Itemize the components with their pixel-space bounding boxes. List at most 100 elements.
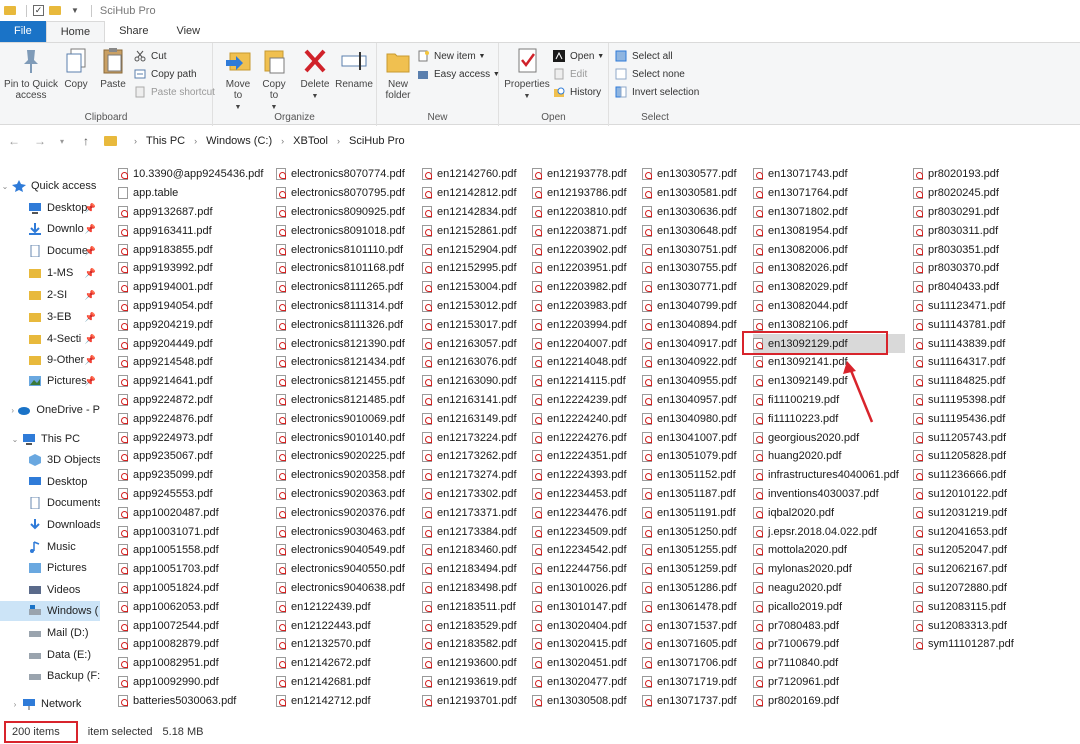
file-item[interactable]: en13030636.pdf xyxy=(642,203,737,222)
chevron-right-icon[interactable]: › xyxy=(281,136,284,146)
file-item[interactable]: batteries5030063.pdf xyxy=(118,691,236,710)
file-item[interactable]: en13040922.pdf xyxy=(642,353,737,372)
nav-item-videos[interactable]: Videos xyxy=(0,580,100,600)
paste-button[interactable]: Paste xyxy=(96,46,130,90)
file-item[interactable]: en12173384.pdf xyxy=(422,522,517,541)
file-item[interactable]: app9224872.pdf xyxy=(118,391,213,410)
file-item[interactable]: electronics8111265.pdf xyxy=(276,278,403,297)
pin-to-quick-access-button[interactable]: Pin to Quick access xyxy=(4,46,58,101)
file-item[interactable]: en13020451.pdf xyxy=(532,654,627,673)
file-item[interactable]: en13071737.pdf xyxy=(642,691,737,710)
select-all-button[interactable]: Select all xyxy=(615,48,673,64)
select-none-button[interactable]: Select none xyxy=(615,66,685,82)
file-item[interactable]: electronics8101110.pdf xyxy=(276,240,403,259)
file-item[interactable]: en13071706.pdf xyxy=(642,654,737,673)
pin-icon[interactable]: 📌 xyxy=(85,334,96,345)
file-item[interactable]: su12083115.pdf xyxy=(913,597,1006,616)
file-item[interactable]: app10062053.pdf xyxy=(118,597,219,616)
file-item[interactable]: en13071802.pdf xyxy=(753,203,848,222)
file-item[interactable]: app10082951.pdf xyxy=(118,654,219,673)
file-item[interactable]: su11123471.pdf xyxy=(913,297,1005,316)
file-item[interactable]: en12224276.pdf xyxy=(532,428,627,447)
file-item[interactable]: electronics9020225.pdf xyxy=(276,447,405,466)
file-item[interactable]: en13071537.pdf xyxy=(642,616,737,635)
file-item[interactable]: en12183494.pdf xyxy=(422,560,517,579)
file-item[interactable]: electronics8121434.pdf xyxy=(276,353,405,372)
file-item[interactable]: app9183855.pdf xyxy=(118,240,213,259)
file-item[interactable]: en13020404.pdf xyxy=(532,616,627,635)
file-item[interactable]: en13082006.pdf xyxy=(753,240,848,259)
file-item[interactable]: en13020415.pdf xyxy=(532,635,627,654)
file-item[interactable]: su11143781.pdf xyxy=(913,315,1005,334)
file-item[interactable]: en12163149.pdf xyxy=(422,409,517,428)
customize-toolbar-icon[interactable]: ▼ xyxy=(71,6,79,15)
file-item[interactable]: en12193619.pdf xyxy=(422,673,517,692)
file-item[interactable]: app9194054.pdf xyxy=(118,297,213,316)
file-item[interactable]: su12072880.pdf xyxy=(913,579,1007,598)
file-item[interactable]: su11164317.pdf xyxy=(913,353,1005,372)
file-item[interactable]: en12214115.pdf xyxy=(532,372,626,391)
file-item[interactable]: app10031071.pdf xyxy=(118,522,219,541)
file-item[interactable]: app10092990.pdf xyxy=(118,673,219,692)
nav-item-pc-pictures[interactable]: Pictures xyxy=(0,558,100,578)
file-item[interactable]: en12183582.pdf xyxy=(422,635,517,654)
file-item[interactable]: en12173262.pdf xyxy=(422,447,517,466)
file-item-selected[interactable]: en13092129.pdf xyxy=(753,334,905,353)
file-item[interactable]: electronics9040550.pdf xyxy=(276,560,405,579)
file-item[interactable]: sym11101287.pdf xyxy=(913,635,1014,654)
history-button[interactable]: History xyxy=(553,84,601,100)
file-item[interactable]: huang2020.pdf xyxy=(753,447,841,466)
nav-item-3-eb[interactable]: 3-EB 📌 xyxy=(0,307,100,327)
file-item[interactable]: fi11110223.pdf xyxy=(753,409,838,428)
file-item[interactable]: en13020477.pdf xyxy=(532,673,627,692)
chevron-right-icon[interactable]: › xyxy=(134,136,137,146)
tab-view[interactable]: View xyxy=(162,21,214,42)
file-item[interactable]: app9193992.pdf xyxy=(118,259,213,278)
file-item[interactable]: en12163057.pdf xyxy=(422,334,517,353)
file-item[interactable]: en13082026.pdf xyxy=(753,259,848,278)
file-item[interactable]: electronics8070774.pdf xyxy=(276,165,405,184)
file-item[interactable]: en13051259.pdf xyxy=(642,560,737,579)
file-item[interactable]: pr8020245.pdf xyxy=(913,184,999,203)
file-item[interactable]: en12163076.pdf xyxy=(422,353,517,372)
file-item[interactable]: infrastructures4040061.pdf xyxy=(753,466,899,485)
breadcrumb-xbtool[interactable]: XBTool xyxy=(293,135,328,147)
file-item[interactable]: en12193778.pdf xyxy=(532,165,627,184)
file-item[interactable]: electronics8070795.pdf xyxy=(276,184,405,203)
file-item[interactable]: en12142760.pdf xyxy=(422,165,517,184)
easy-access-button[interactable]: Easy access ▼ xyxy=(417,66,500,82)
file-item[interactable]: en12183529.pdf xyxy=(422,616,517,635)
chevron-down-icon[interactable]: ⌄ xyxy=(0,182,10,191)
chevron-right-icon[interactable]: › xyxy=(10,700,20,709)
file-item[interactable]: app.table xyxy=(118,184,178,203)
file-item[interactable]: su12052047.pdf xyxy=(913,541,1007,560)
file-item[interactable]: en13051191.pdf xyxy=(642,503,736,522)
file-item[interactable]: en12173302.pdf xyxy=(422,485,517,504)
file-item[interactable]: electronics8121485.pdf xyxy=(276,391,405,410)
file-item[interactable]: app9194001.pdf xyxy=(118,278,213,297)
open-button[interactable]: Open ▼ xyxy=(553,48,604,64)
file-item[interactable]: en12142834.pdf xyxy=(422,203,517,222)
file-item[interactable]: app9224973.pdf xyxy=(118,428,213,447)
file-item[interactable]: inventions4030037.pdf xyxy=(753,485,879,504)
file-item[interactable]: en12193701.pdf xyxy=(422,691,517,710)
file-item[interactable]: en13071743.pdf xyxy=(753,165,848,184)
file-item[interactable]: pr8030351.pdf xyxy=(913,240,999,259)
file-item[interactable]: neagu2020.pdf xyxy=(753,579,841,598)
pin-icon[interactable]: 📌 xyxy=(85,290,96,301)
file-item[interactable]: en13040799.pdf xyxy=(642,297,737,316)
file-item[interactable]: en12152861.pdf xyxy=(422,221,517,240)
file-item[interactable]: en12224240.pdf xyxy=(532,409,627,428)
file-item[interactable]: en12203902.pdf xyxy=(532,240,627,259)
file-item[interactable]: en13051152.pdf xyxy=(642,466,736,485)
file-item[interactable]: en13082029.pdf xyxy=(753,278,848,297)
new-folder-quick-icon[interactable] xyxy=(49,6,61,15)
pin-icon[interactable]: 📌 xyxy=(85,224,96,235)
properties-quick-icon[interactable]: ✓ xyxy=(33,5,44,16)
file-item[interactable]: electronics9010140.pdf xyxy=(276,428,405,447)
breadcrumb-this-pc[interactable]: This PC xyxy=(146,135,185,147)
nav-item-music[interactable]: Music xyxy=(0,537,100,557)
file-item[interactable]: su11143839.pdf xyxy=(913,334,1005,353)
file-item[interactable]: en13030771.pdf xyxy=(642,278,737,297)
file-item[interactable]: en13082106.pdf xyxy=(753,315,848,334)
